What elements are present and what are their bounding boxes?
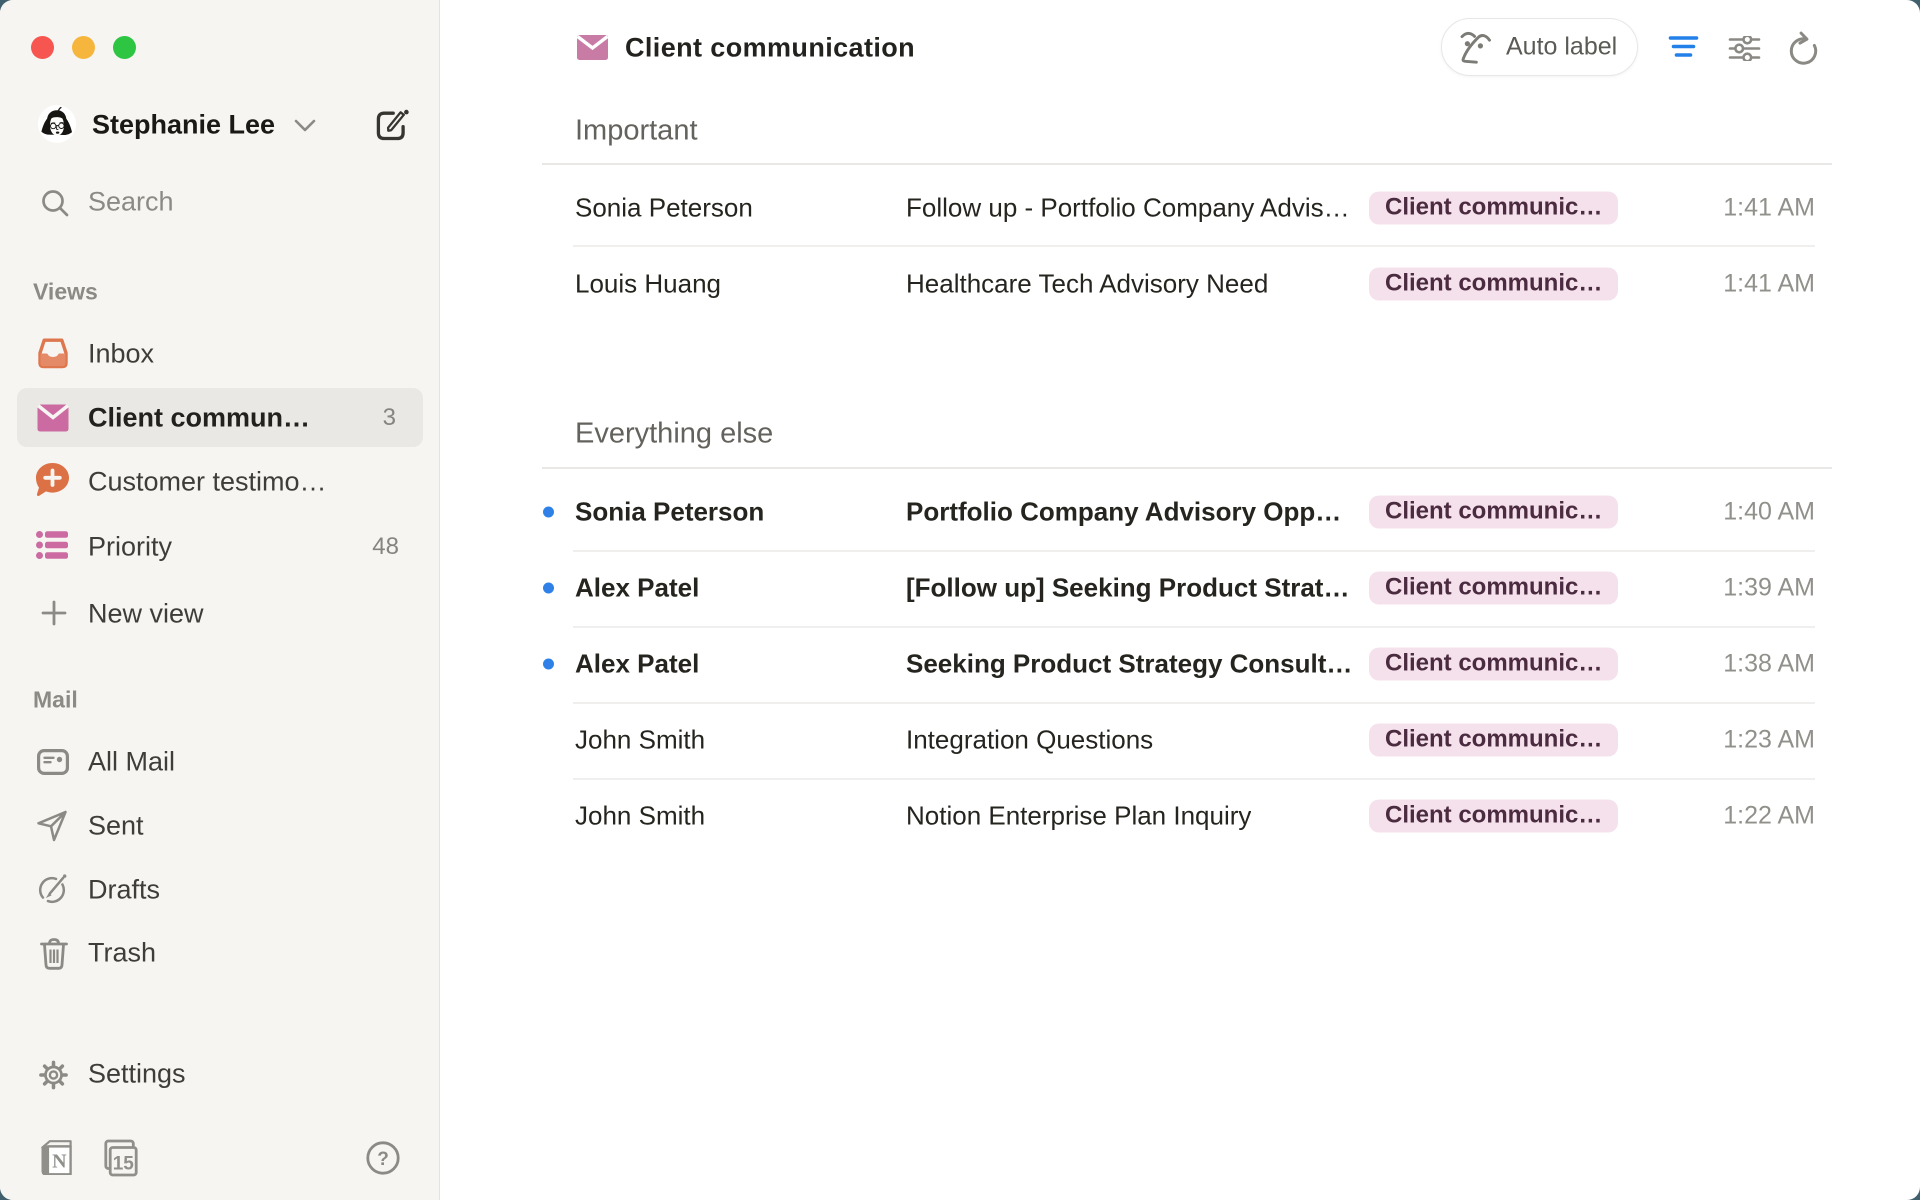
svg-text:?: ?	[377, 1149, 389, 1170]
svg-text:15: 15	[113, 1154, 135, 1175]
svg-text:N: N	[52, 1150, 67, 1172]
